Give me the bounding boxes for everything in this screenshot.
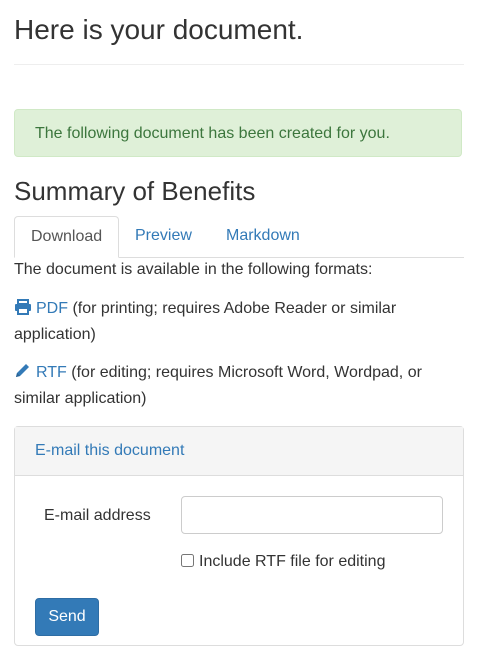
format-rtf: RTF (for editing; requires Microsoft Wor… bbox=[14, 361, 454, 411]
formats-intro: The document is available in the followi… bbox=[14, 261, 373, 278]
rtf-link-label: RTF bbox=[36, 364, 67, 381]
email-panel-toggle[interactable]: E-mail this document bbox=[35, 442, 184, 460]
format-pdf: PDF (for printing; requires Adobe Reader… bbox=[14, 297, 454, 347]
tab-preview[interactable]: Preview bbox=[119, 216, 208, 258]
rtf-link[interactable]: RTF bbox=[14, 364, 67, 381]
pdf-description: (for printing; requires Adobe Reader or … bbox=[14, 300, 397, 343]
section-title: Summary of Benefits bbox=[14, 176, 256, 206]
email-panel: E-mail this document E-mail address Incl… bbox=[14, 426, 464, 646]
pencil-icon bbox=[14, 363, 32, 387]
divider bbox=[14, 64, 464, 65]
send-button[interactable]: Send bbox=[35, 598, 99, 636]
pdf-link[interactable]: PDF bbox=[14, 299, 68, 317]
tab-markdown[interactable]: Markdown bbox=[210, 216, 316, 258]
pdf-link-label: PDF bbox=[36, 300, 68, 317]
tab-download[interactable]: Download bbox=[14, 216, 119, 258]
email-panel-header: E-mail this document bbox=[15, 427, 463, 476]
printer-icon bbox=[14, 299, 32, 323]
success-alert: The following document has been created … bbox=[14, 109, 462, 157]
tab-bar: Download Preview Markdown bbox=[14, 216, 464, 258]
email-label: E-mail address bbox=[44, 507, 151, 524]
include-rtf-checkbox[interactable] bbox=[181, 554, 194, 567]
include-rtf-label: Include RTF file for editing bbox=[199, 553, 386, 570]
email-input[interactable] bbox=[181, 496, 443, 534]
rtf-description: (for editing; requires Microsoft Word, W… bbox=[14, 364, 422, 407]
alert-message: The following document has been created … bbox=[35, 125, 390, 142]
page-title: Here is your document. bbox=[14, 14, 304, 45]
